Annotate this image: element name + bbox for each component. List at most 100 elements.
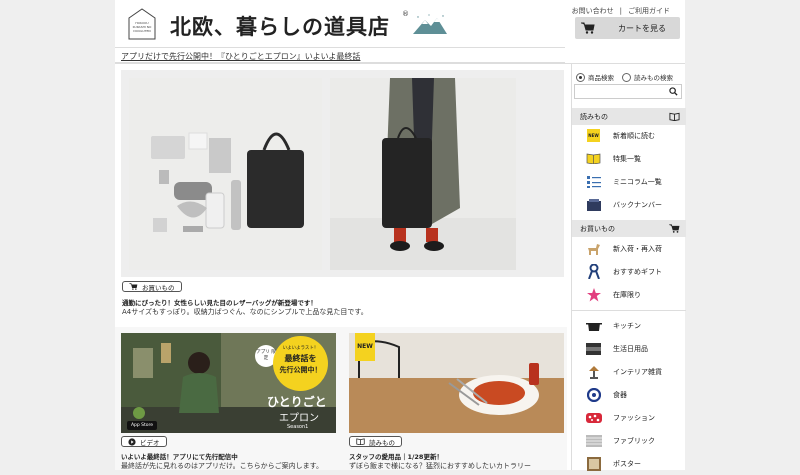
reading-tag[interactable]: 読みもの bbox=[349, 436, 402, 447]
ribbon-icon bbox=[585, 264, 602, 279]
list-icon bbox=[585, 174, 602, 189]
cart-icon bbox=[129, 283, 138, 290]
video-card[interactable]: アプリ 限定 いよいよラスト！ 最終話を 先行公開中！ ひとりごと エプロン S… bbox=[115, 327, 343, 470]
new-icon-text: NEW bbox=[587, 129, 600, 142]
pasta-photo[interactable]: NEW bbox=[349, 333, 564, 433]
sidebar-item-label: インテリア雑貨 bbox=[613, 367, 662, 376]
sidebar-item-label: ポスター bbox=[613, 459, 641, 468]
feature-title[interactable]: 通勤にぴったり！女性らしい見た目のレザーバッグが新登場です！ bbox=[122, 297, 317, 307]
view-cart-button[interactable]: カートを見る bbox=[575, 17, 680, 39]
sidebar-item-back-numbers[interactable]: バックナンバー bbox=[572, 193, 686, 216]
house-logo-icon[interactable]: HOKUOU KURASHI NO DOUGUTEN bbox=[127, 6, 157, 40]
circle-subtitle: いよいよラスト！ bbox=[282, 346, 319, 351]
guide-link[interactable]: ご利用ガイド bbox=[625, 7, 673, 15]
announcement-link[interactable]: アプリだけで先行公開中！『ひとりごとエプロン』いよいよ最終話 bbox=[115, 47, 565, 63]
circle-line1: 最終話を bbox=[284, 354, 317, 363]
sidebar-item-tableware[interactable]: 食器 bbox=[572, 383, 686, 406]
site-title[interactable]: 北欧、暮らしの道具店 bbox=[170, 11, 390, 41]
sidebar-item-new-arrivals[interactable]: 新入荷・再入荷 bbox=[572, 237, 686, 260]
divider bbox=[572, 310, 686, 311]
tag-label: お買いもの bbox=[142, 283, 175, 292]
circle-line2: 先行公開中！ bbox=[279, 366, 322, 374]
sidebar-item-label: 在庫限り bbox=[613, 290, 641, 299]
contact-link[interactable]: お問い合わせ bbox=[569, 7, 617, 15]
sidebar-item-gifts[interactable]: おすすめギフト bbox=[572, 260, 686, 283]
site-header: HOKUOU KURASHI NO DOUGUTEN 北欧、暮らしの道具店 ® … bbox=[115, 0, 685, 48]
poster-icon bbox=[585, 456, 602, 471]
new-icon: NEW bbox=[585, 128, 602, 143]
apron-video-thumbnail[interactable]: アプリ 限定 いよいよラスト！ 最終話を 先行公開中！ ひとりごと エプロン S… bbox=[121, 333, 336, 433]
article-card-title[interactable]: スタッフの愛用品｜1/28更新！ bbox=[349, 451, 443, 461]
sidebar-item-daily-goods[interactable]: 生活日用品 bbox=[572, 337, 686, 360]
cart-icon bbox=[669, 224, 680, 233]
sidebar: 商品検索 読みもの検索 読みもの NEW 新着順に読む 特集一覧 ミニコラム一覧 bbox=[571, 64, 686, 471]
top-links: お問い合わせ | ご利用ガイド bbox=[569, 6, 673, 16]
sidebar-item-label: ファブリック bbox=[613, 436, 655, 445]
tag-label: ビデオ bbox=[140, 438, 160, 447]
sidebar-item-label: 食器 bbox=[613, 390, 627, 399]
apron-title-line1: ひとりごと bbox=[267, 395, 327, 409]
feature-banner[interactable] bbox=[121, 70, 564, 277]
search-box bbox=[574, 84, 682, 99]
sidebar-item-clearance[interactable]: 在庫限り bbox=[572, 283, 686, 306]
archive-icon bbox=[585, 197, 602, 212]
feature-description: A4サイズもすっぽり。収納力ばつぐん、なのにシンプルで上品な見た目です。 bbox=[122, 308, 368, 316]
reading-section-header: 読みもの bbox=[572, 108, 686, 125]
sidebar-item-posters[interactable]: ポスター bbox=[572, 452, 686, 475]
lamp-icon bbox=[585, 364, 602, 379]
tag-label: 読みもの bbox=[369, 438, 395, 447]
season-label: Season1 bbox=[287, 424, 309, 430]
search-type-options: 商品検索 読みもの検索 bbox=[576, 72, 673, 82]
sidebar-item-label: キッチン bbox=[613, 321, 641, 330]
sidebar-item-fabric[interactable]: ファブリック bbox=[572, 429, 686, 452]
pot-icon bbox=[585, 318, 602, 333]
radio-label: 商品検索 bbox=[588, 74, 614, 82]
bag-contents-photo[interactable] bbox=[129, 78, 322, 270]
shopping-tag[interactable]: お買いもの bbox=[122, 281, 182, 292]
mountain-icon bbox=[413, 14, 447, 34]
play-icon bbox=[128, 437, 136, 446]
sidebar-item-label: ファッション bbox=[613, 413, 655, 422]
new-badge: NEW bbox=[355, 333, 375, 361]
sidebar-item-features[interactable]: 特集一覧 bbox=[572, 147, 686, 170]
star-icon bbox=[585, 287, 602, 302]
sidebar-item-new-articles[interactable]: NEW 新着順に読む bbox=[572, 124, 686, 147]
horse-icon bbox=[585, 241, 602, 256]
book-icon bbox=[585, 151, 602, 166]
fabric-icon bbox=[585, 433, 602, 448]
sidebar-item-label: 特集一覧 bbox=[613, 154, 641, 163]
sidebar-item-interior[interactable]: インテリア雑貨 bbox=[572, 360, 686, 383]
svg-text:DOUGUTEN: DOUGUTEN bbox=[133, 29, 150, 33]
book-icon bbox=[356, 438, 365, 445]
search-input[interactable] bbox=[575, 85, 665, 98]
section-title: 読みもの bbox=[580, 113, 608, 121]
search-icon[interactable] bbox=[669, 87, 678, 96]
woman-with-bag-photo[interactable] bbox=[330, 78, 516, 270]
final-episode-circle: いよいよラスト！ 最終話を 先行公開中！ bbox=[273, 336, 328, 391]
article-card[interactable]: NEW 読みもの スタッフの愛用品｜1/28更新！ ずぼら飯まで様になる？猛烈に… bbox=[343, 327, 567, 470]
section-title: お買いもの bbox=[580, 225, 615, 233]
page: HOKUOU KURASHI NO DOUGUTEN 北欧、暮らしの道具店 ® … bbox=[115, 0, 686, 471]
app-store-badge[interactable]: App Store bbox=[127, 421, 157, 430]
cart-label: カートを見る bbox=[618, 23, 666, 33]
book-icon bbox=[669, 112, 680, 121]
link-separator: | bbox=[619, 7, 622, 15]
product-search-radio[interactable]: 商品検索 bbox=[576, 72, 614, 82]
video-card-title[interactable]: いよいよ最終話！アプリにて先行配信中 bbox=[121, 451, 238, 461]
sidebar-item-label: 新入荷・再入荷 bbox=[613, 244, 662, 253]
cart-icon bbox=[581, 22, 595, 34]
sidebar-item-label: 新着順に読む bbox=[613, 131, 655, 140]
sidebar-item-mini-columns[interactable]: ミニコラム一覧 bbox=[572, 170, 686, 193]
article-search-radio[interactable]: 読みもの検索 bbox=[622, 72, 673, 82]
sidebar-item-kitchen[interactable]: キッチン bbox=[572, 314, 686, 337]
video-tag[interactable]: ビデオ bbox=[121, 436, 167, 447]
fashion-icon bbox=[585, 410, 602, 425]
sidebar-item-label: おすすめギフト bbox=[613, 267, 662, 276]
sidebar-item-label: 生活日用品 bbox=[613, 344, 648, 353]
apron-title-line2: エプロン bbox=[279, 413, 319, 424]
sidebar-item-fashion[interactable]: ファッション bbox=[572, 406, 686, 429]
sidebar-item-label: ミニコラム一覧 bbox=[613, 177, 662, 186]
registered-mark: ® bbox=[402, 10, 409, 18]
radio-label: 読みもの検索 bbox=[634, 74, 673, 82]
plate-icon bbox=[585, 387, 602, 402]
